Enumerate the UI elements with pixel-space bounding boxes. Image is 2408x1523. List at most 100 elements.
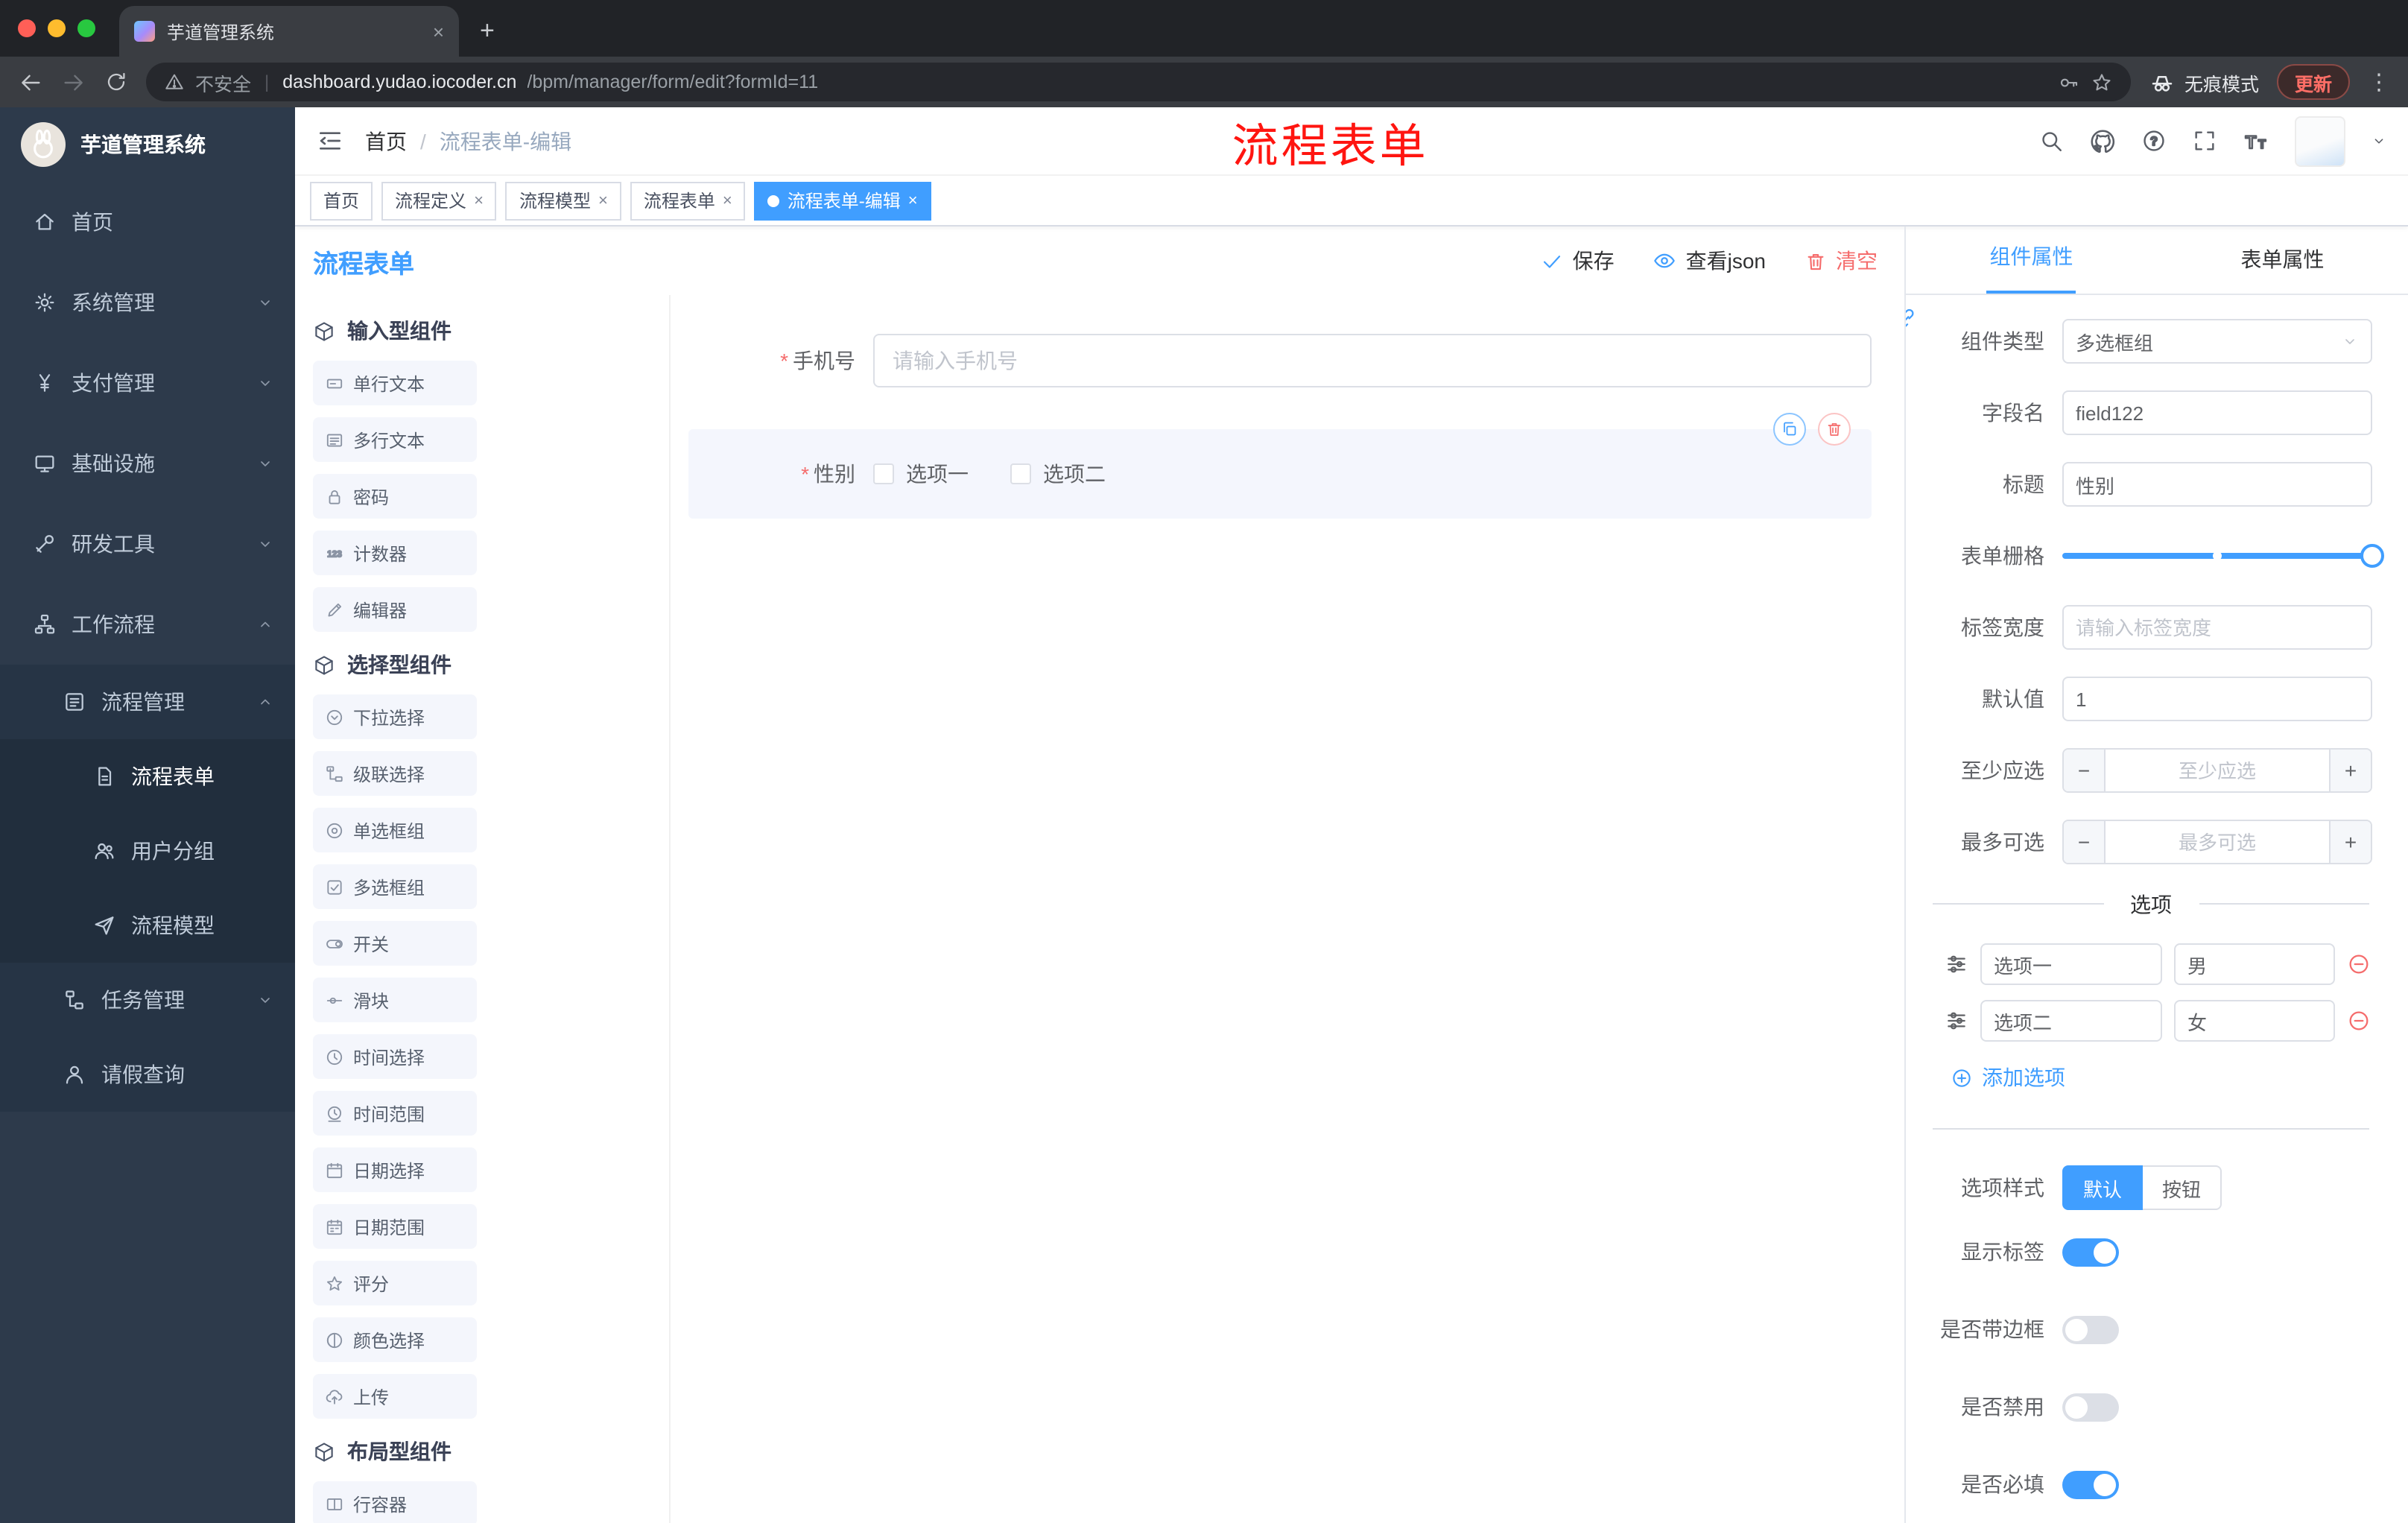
option-2-name-input[interactable]: [1980, 1000, 2162, 1042]
chip-select[interactable]: 下拉选择: [313, 694, 477, 739]
chip-editor[interactable]: 编辑器: [313, 587, 477, 632]
sidebar-item-leave-query[interactable]: 请假查询: [0, 1037, 295, 1112]
user-avatar[interactable]: [2295, 115, 2345, 166]
max-select-input[interactable]: [2106, 821, 2329, 863]
sidebar-item-process-model[interactable]: 流程模型: [0, 888, 295, 963]
option-1-value-input[interactable]: [2174, 943, 2335, 985]
bookmark-star-icon[interactable]: [2091, 71, 2113, 93]
chip-date-picker[interactable]: 日期选择: [313, 1147, 477, 1192]
chip-cascader[interactable]: 级联选择: [313, 751, 477, 796]
save-button[interactable]: 保存: [1542, 246, 1615, 276]
github-icon[interactable]: [2089, 127, 2116, 154]
window-zoom-button[interactable]: [77, 19, 95, 37]
tag-process-form[interactable]: 流程表单 ×: [630, 181, 746, 220]
tag-close-icon[interactable]: ×: [908, 191, 918, 209]
style-default-button[interactable]: 默认: [2062, 1165, 2144, 1210]
canvas-field-phone[interactable]: * 手机号: [688, 334, 1872, 387]
slider-handle[interactable]: [2360, 544, 2384, 568]
remove-option-button[interactable]: [2347, 952, 2371, 976]
disabled-switch[interactable]: [2062, 1393, 2119, 1421]
required-switch[interactable]: [2062, 1470, 2119, 1498]
sidebar-item-home[interactable]: 首页: [0, 182, 295, 262]
option-1-name-input[interactable]: [1980, 943, 2162, 985]
tag-close-icon[interactable]: ×: [598, 191, 608, 209]
sidebar-item-payment[interactable]: 支付管理: [0, 343, 295, 423]
chip-row-container[interactable]: 行容器: [313, 1481, 477, 1523]
sidebar-item-infra[interactable]: 基础设施: [0, 423, 295, 504]
drag-handle-icon[interactable]: [1945, 952, 1968, 976]
tag-process-definition[interactable]: 流程定义 ×: [381, 181, 497, 220]
chip-slider[interactable]: 滑块: [313, 978, 477, 1022]
drag-handle-icon[interactable]: [1945, 1009, 1968, 1033]
duplicate-component-button[interactable]: [1773, 413, 1806, 446]
tag-close-icon[interactable]: ×: [723, 191, 732, 209]
browser-tab[interactable]: 芋道管理系统 ×: [119, 6, 459, 57]
hamburger-icon[interactable]: [316, 127, 344, 155]
chip-switch[interactable]: 开关: [313, 921, 477, 966]
gender-option-2[interactable]: 选项二: [1010, 459, 1106, 489]
gender-option-1[interactable]: 选项一: [873, 459, 969, 489]
phone-input[interactable]: [873, 334, 1872, 387]
tab-component-props[interactable]: 组件属性: [1906, 227, 2157, 294]
chip-checkbox-group[interactable]: 多选框组: [313, 864, 477, 909]
option-2-value-input[interactable]: [2174, 1000, 2335, 1042]
font-size-icon[interactable]: [2243, 127, 2269, 154]
sidebar-item-task-mgmt[interactable]: 任务管理: [0, 963, 295, 1037]
checkbox-icon[interactable]: [1010, 463, 1031, 484]
chip-time-range[interactable]: 时间范围: [313, 1091, 477, 1136]
chip-textarea[interactable]: 多行文本: [313, 417, 477, 462]
reload-icon[interactable]: [104, 70, 128, 94]
sidebar-item-devtools[interactable]: 研发工具: [0, 504, 295, 584]
address-bar[interactable]: 不安全 | dashboard.yudao.iocoder.cn /bpm/ma…: [146, 63, 2131, 101]
browser-update-button[interactable]: 更新: [2276, 64, 2350, 100]
fullscreen-icon[interactable]: [2192, 128, 2217, 153]
chip-time-picker[interactable]: 时间选择: [313, 1034, 477, 1079]
form-grid-slider[interactable]: [2062, 544, 2384, 568]
chip-counter[interactable]: 计数器: [313, 531, 477, 575]
chip-password[interactable]: 密码: [313, 474, 477, 519]
sidebar-item-workflow[interactable]: 工作流程: [0, 584, 295, 665]
user-caret-icon[interactable]: [2371, 133, 2387, 149]
tag-process-form-edit[interactable]: 流程表单-编辑 ×: [754, 181, 931, 220]
new-tab-button[interactable]: +: [480, 16, 495, 46]
stepper-plus-button[interactable]: +: [2329, 821, 2371, 863]
component-type-select[interactable]: 多选框组: [2062, 319, 2372, 364]
clear-button[interactable]: 清空: [1805, 246, 1878, 276]
window-close-button[interactable]: [18, 19, 36, 37]
checkbox-icon[interactable]: [873, 463, 894, 484]
breadcrumb-home[interactable]: 首页: [365, 126, 407, 156]
style-button-button[interactable]: 按钮: [2143, 1165, 2222, 1210]
tab-form-props[interactable]: 表单属性: [2157, 227, 2408, 294]
chip-rate[interactable]: 评分: [313, 1261, 477, 1305]
sidebar-item-process-mgmt[interactable]: 流程管理: [0, 665, 295, 739]
delete-component-button[interactable]: [1818, 413, 1851, 446]
window-minimize-button[interactable]: [48, 19, 66, 37]
stepper-minus-button[interactable]: −: [2064, 750, 2106, 791]
border-switch[interactable]: [2062, 1315, 2119, 1343]
chip-single-line-text[interactable]: 单行文本: [313, 361, 477, 405]
chip-upload[interactable]: 上传: [313, 1374, 477, 1419]
link-affix-icon[interactable]: [1906, 304, 1921, 334]
view-json-button[interactable]: 查看json: [1653, 246, 1766, 276]
sidebar-item-user-group[interactable]: 用户分组: [0, 814, 295, 888]
field-name-input[interactable]: [2062, 390, 2372, 435]
tag-process-model[interactable]: 流程模型 ×: [505, 181, 621, 220]
title-input[interactable]: [2062, 462, 2372, 507]
tag-home[interactable]: 首页: [310, 181, 373, 220]
sidebar-item-process-form[interactable]: 流程表单: [0, 739, 295, 814]
search-icon[interactable]: [2038, 128, 2064, 153]
tab-close-icon[interactable]: ×: [433, 22, 444, 41]
stepper-minus-button[interactable]: −: [2064, 821, 2106, 863]
default-value-input[interactable]: [2062, 677, 2372, 721]
help-icon[interactable]: [2141, 128, 2167, 153]
chip-color-picker[interactable]: 颜色选择: [313, 1317, 477, 1362]
security-label[interactable]: 不安全: [195, 68, 251, 96]
chip-date-range[interactable]: 日期范围: [313, 1204, 477, 1249]
sidebar-item-system[interactable]: 系统管理: [0, 262, 295, 343]
forward-icon[interactable]: [61, 69, 86, 95]
tag-close-icon[interactable]: ×: [474, 191, 484, 209]
min-select-input[interactable]: [2106, 750, 2329, 791]
stepper-plus-button[interactable]: +: [2329, 750, 2371, 791]
add-option-link[interactable]: 添加选项: [1951, 1063, 2387, 1092]
form-canvas[interactable]: * 手机号 请输入手机号 * 性别 选项一 选项二: [671, 295, 1904, 1523]
